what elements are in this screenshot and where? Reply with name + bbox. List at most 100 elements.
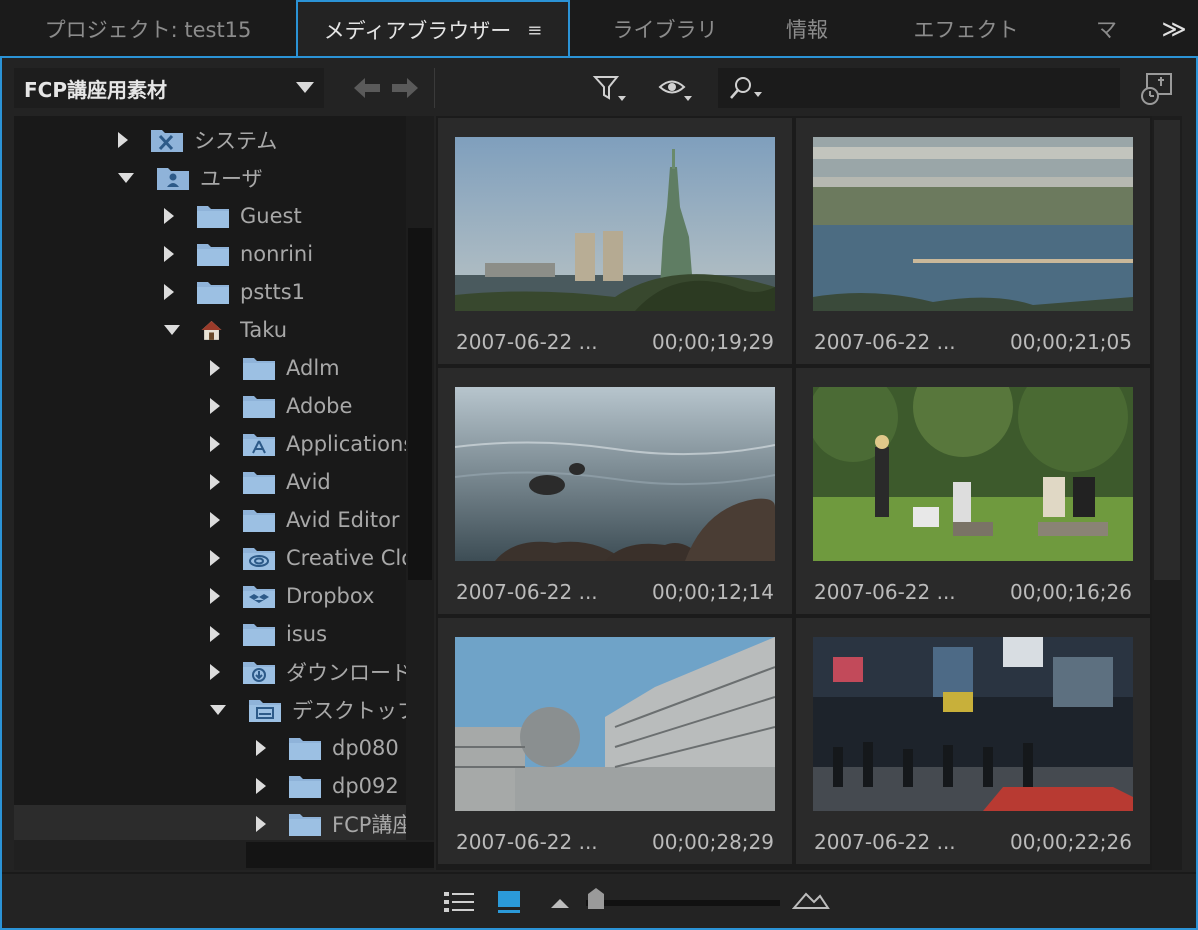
clip-card[interactable]: 2007-06-22 ... 00;00;22;26 (796, 618, 1150, 864)
tree-item-fcp-materials[interactable]: FCP講座用素材 (14, 805, 406, 840)
clip-thumbnail[interactable] (813, 637, 1133, 811)
filter-icon[interactable] (592, 74, 628, 104)
disclosure-down-icon[interactable] (118, 173, 134, 183)
location-dropdown[interactable]: FCP講座用素材 (14, 68, 324, 108)
clip-card[interactable]: 2007-06-22 ... 00;00;21;05 (796, 118, 1150, 364)
tree-item-dp092[interactable]: dp092 (14, 767, 406, 805)
folder-tree: システム ユーザ Guest nonrini pstts1 Taku Adlm … (14, 116, 406, 840)
disclosure-right-icon[interactable] (210, 664, 220, 680)
tree-item-avid-editor[interactable]: Avid Editor (14, 501, 406, 539)
disclosure-right-icon[interactable] (210, 512, 220, 528)
back-arrow-icon[interactable] (352, 76, 382, 100)
search-input[interactable] (768, 68, 1108, 108)
eye-icon[interactable] (658, 74, 694, 104)
folder-icon (243, 624, 275, 646)
tree-item-downloads[interactable]: ダウンロード (14, 653, 406, 691)
clip-duration: 00;00;16;26 (1009, 580, 1132, 604)
grid-vertical-scrollbar[interactable] (1152, 116, 1182, 870)
view-controls-bar (2, 872, 1196, 928)
forward-arrow-icon[interactable] (390, 76, 420, 100)
tab-overflow-button[interactable]: ≫ (1150, 0, 1198, 58)
tree-item-adlm[interactable]: Adlm (14, 349, 406, 387)
disclosure-right-icon[interactable] (256, 778, 266, 794)
disclosure-right-icon[interactable] (210, 398, 220, 414)
disclosure-down-icon[interactable] (164, 325, 180, 335)
tree-item-system[interactable]: システム (14, 121, 406, 159)
location-dropdown-value: FCP講座用素材 (24, 77, 167, 102)
scrollbar-thumb[interactable] (1154, 120, 1180, 580)
ingest-settings-icon[interactable] (1138, 72, 1174, 106)
clip-thumbnail[interactable] (455, 637, 775, 811)
disclosure-right-icon[interactable] (118, 132, 128, 148)
zoom-in-mountain-icon[interactable] (792, 888, 830, 910)
list-view-icon[interactable] (442, 890, 476, 914)
disclosure-right-icon[interactable] (256, 816, 266, 832)
tree-item-dp080[interactable]: dp080 (14, 729, 406, 767)
tree-vertical-scrollbar[interactable] (406, 116, 434, 840)
tree-item-label: Avid (286, 470, 331, 494)
desktop-folder-icon (249, 700, 281, 722)
disclosure-right-icon[interactable] (210, 588, 220, 604)
users-folder-icon (157, 168, 189, 190)
tree-item-creative-cloud[interactable]: Creative Cloud (14, 539, 406, 577)
disclosure-right-icon[interactable] (256, 740, 266, 756)
tab-project-label: プロジェクト: test15 (44, 18, 252, 42)
clip-card[interactable]: 2007-06-22 ... 00;00;19;29 (438, 118, 792, 364)
tree-item-pstts1[interactable]: pstts1 (14, 273, 406, 311)
tab-libraries[interactable]: ライブラリ (572, 0, 758, 58)
tab-effects[interactable]: エフェクト (856, 0, 1076, 58)
tab-media-browser[interactable]: メディアブラウザー ≡ (296, 0, 570, 58)
tree-item-guest[interactable]: Guest (14, 197, 406, 235)
tree-item-adobe[interactable]: Adobe (14, 387, 406, 425)
tree-item-label: ユーザ (200, 167, 263, 191)
disclosure-right-icon[interactable] (164, 284, 174, 300)
disclosure-right-icon[interactable] (164, 208, 174, 224)
scrollbar-thumb[interactable] (246, 842, 434, 868)
zoom-out-mountain-icon[interactable] (550, 892, 570, 910)
tab-project[interactable]: プロジェクト: test15 (0, 0, 296, 58)
clip-duration: 00;00;28;29 (651, 830, 774, 854)
clip-thumbnail[interactable] (813, 137, 1133, 311)
disclosure-right-icon[interactable] (210, 626, 220, 642)
tree-item-label: FCP講座用素材 (332, 813, 406, 837)
tree-horizontal-scrollbar[interactable] (14, 840, 434, 870)
disclosure-down-icon[interactable] (210, 705, 226, 715)
icon-view-icon[interactable] (496, 888, 522, 914)
scrollbar-thumb[interactable] (408, 228, 432, 580)
tree-item-label: Creative Cloud (286, 546, 406, 570)
clip-card[interactable]: 2007-06-22 ... 00;00;28;29 (438, 618, 792, 864)
clip-card[interactable]: 2007-06-22 ... 00;00;16;26 (796, 368, 1150, 614)
slider-handle[interactable] (586, 886, 606, 910)
thumbnail-size-slider[interactable] (586, 900, 780, 906)
tab-info-label: 情報 (786, 18, 828, 42)
clip-thumbnail[interactable] (455, 137, 775, 311)
disclosure-right-icon[interactable] (210, 436, 220, 452)
tree-item-label: pstts1 (240, 280, 306, 304)
media-browser-toolbar: FCP講座用素材 (2, 58, 1196, 116)
tab-info[interactable]: 情報 (758, 0, 856, 58)
tree-item-dropbox[interactable]: Dropbox (14, 577, 406, 615)
tree-item-desktop[interactable]: デスクトップ (14, 691, 406, 729)
search-icon[interactable] (726, 74, 766, 102)
disclosure-right-icon[interactable] (210, 360, 220, 376)
tree-item-avid[interactable]: Avid (14, 463, 406, 501)
tree-item-applications[interactable]: Applications (14, 425, 406, 463)
chevron-down-icon (296, 82, 314, 93)
disclosure-right-icon[interactable] (210, 474, 220, 490)
system-folder-icon (151, 130, 183, 152)
media-browser-panel: FCP講座用素材 システム ユーザ Guest nonrini pstts1 T… (0, 56, 1198, 930)
disclosure-right-icon[interactable] (210, 550, 220, 566)
tree-item-taku[interactable]: Taku (14, 311, 406, 349)
tab-markers[interactable]: マ (1080, 0, 1140, 58)
folder-icon (289, 776, 321, 798)
tree-item-users[interactable]: ユーザ (14, 159, 406, 197)
clip-card[interactable]: 2007-06-22 ... 00;00;12;14 (438, 368, 792, 614)
disclosure-right-icon[interactable] (164, 246, 174, 262)
clip-thumbnail[interactable] (455, 387, 775, 561)
folder-icon (197, 244, 229, 266)
tree-item-isus[interactable]: isus (14, 615, 406, 653)
clip-duration: 00;00;12;14 (651, 580, 774, 604)
tree-item-nonrini[interactable]: nonrini (14, 235, 406, 273)
clip-thumbnail[interactable] (813, 387, 1133, 561)
panel-menu-icon[interactable]: ≡ (527, 20, 542, 41)
